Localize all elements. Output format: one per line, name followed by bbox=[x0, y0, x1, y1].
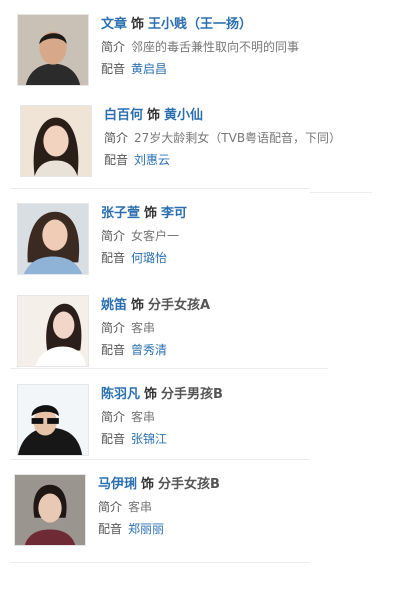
intro-text: 客串 bbox=[131, 410, 156, 424]
role-name: 分手女孩B bbox=[158, 477, 220, 492]
role-connector: 饰 bbox=[147, 108, 161, 123]
intro-label: 简介 bbox=[101, 229, 126, 243]
role-connector: 饰 bbox=[144, 387, 158, 402]
voice-label: 配音 bbox=[101, 432, 126, 446]
voice-actor-link[interactable]: 何璐怡 bbox=[131, 251, 167, 265]
intro-line: 简介 女客户一 bbox=[101, 225, 187, 247]
portrait-image bbox=[15, 475, 85, 545]
voice-line: 配音 张锦江 bbox=[101, 428, 223, 450]
cast-card: 马伊琍饰分手女孩B 简介 客串 配音 郑丽丽 bbox=[14, 474, 384, 548]
intro-label: 简介 bbox=[98, 500, 123, 514]
role-name: 分手男孩B bbox=[161, 387, 223, 402]
actor-name-link[interactable]: 白百何 bbox=[104, 108, 143, 123]
divider bbox=[10, 188, 310, 189]
cast-card: 白百何饰黄小仙 简介 27岁大龄剩女（TVB粤语配音，下同） 配音 刘惠云 bbox=[20, 105, 390, 179]
name-line: 白百何饰黄小仙 bbox=[104, 105, 341, 127]
role-name-link[interactable]: 黄小仙 bbox=[164, 108, 203, 123]
role-name-link[interactable]: 李可 bbox=[161, 206, 187, 221]
voice-line: 配音 郑丽丽 bbox=[98, 518, 220, 540]
portrait-image bbox=[18, 204, 88, 274]
divider bbox=[310, 192, 372, 193]
role-name: 分手女孩A bbox=[148, 298, 211, 313]
intro-text: 邻座的毒舌兼性取向不明的同事 bbox=[131, 40, 300, 54]
cast-card: 张子萱饰李可 简介 女客户一 配音 何璐怡 bbox=[17, 203, 387, 277]
intro-text: 27岁大龄剩女（TVB粤语配音，下同） bbox=[134, 131, 342, 145]
actor-name-link[interactable]: 张子萱 bbox=[101, 206, 140, 221]
voice-line: 配音 黄启昌 bbox=[101, 58, 299, 80]
role-connector: 饰 bbox=[144, 206, 158, 221]
voice-actor-link[interactable]: 曾秀清 bbox=[131, 343, 167, 357]
intro-text: 客串 bbox=[131, 321, 156, 335]
voice-actor-link[interactable]: 张锦江 bbox=[131, 432, 167, 446]
cast-card: 文章饰王小贱（王一扬） 简介 邻座的毒舌兼性取向不明的同事 配音 黄启昌 bbox=[17, 14, 387, 88]
voice-label: 配音 bbox=[101, 251, 126, 265]
voice-actor-link[interactable]: 刘惠云 bbox=[134, 153, 170, 167]
intro-line: 简介 客串 bbox=[101, 406, 223, 428]
name-line: 姚笛饰分手女孩A bbox=[101, 295, 210, 317]
actor-photo[interactable] bbox=[17, 14, 89, 86]
intro-label: 简介 bbox=[101, 321, 126, 335]
actor-name-link[interactable]: 姚笛 bbox=[101, 298, 127, 313]
voice-line: 配音 何璐怡 bbox=[101, 247, 187, 269]
role-connector: 饰 bbox=[131, 17, 145, 32]
role-connector: 饰 bbox=[131, 298, 145, 313]
intro-label: 简介 bbox=[101, 40, 126, 54]
name-line: 文章饰王小贱（王一扬） bbox=[101, 14, 299, 36]
actor-name-link[interactable]: 陈羽凡 bbox=[101, 387, 140, 402]
intro-line: 简介 客串 bbox=[98, 496, 220, 518]
divider bbox=[10, 459, 310, 460]
name-line: 马伊琍饰分手女孩B bbox=[98, 474, 220, 496]
voice-label: 配音 bbox=[101, 343, 126, 357]
intro-line: 简介 27岁大龄剩女（TVB粤语配音，下同） bbox=[104, 127, 341, 149]
name-line: 陈羽凡饰分手男孩B bbox=[101, 384, 223, 406]
voice-actor-link[interactable]: 郑丽丽 bbox=[128, 522, 164, 536]
voice-line: 配音 曾秀清 bbox=[101, 339, 210, 361]
intro-label: 简介 bbox=[101, 410, 126, 424]
portrait-image bbox=[18, 296, 88, 366]
divider bbox=[10, 368, 328, 369]
voice-actor-link[interactable]: 黄启昌 bbox=[131, 62, 167, 76]
name-line: 张子萱饰李可 bbox=[101, 203, 187, 225]
intro-text: 女客户一 bbox=[131, 229, 180, 243]
intro-line: 简介 邻座的毒舌兼性取向不明的同事 bbox=[101, 36, 299, 58]
intro-label: 简介 bbox=[104, 131, 129, 145]
cast-card: 姚笛饰分手女孩A 简介 客串 配音 曾秀清 bbox=[17, 295, 387, 369]
role-connector: 饰 bbox=[141, 477, 155, 492]
actor-photo[interactable] bbox=[17, 384, 89, 456]
portrait-image bbox=[21, 106, 91, 176]
actor-photo[interactable] bbox=[20, 105, 92, 177]
voice-line: 配音 刘惠云 bbox=[104, 149, 341, 171]
intro-text: 客串 bbox=[128, 500, 153, 514]
voice-label: 配音 bbox=[101, 62, 126, 76]
intro-line: 简介 客串 bbox=[101, 317, 210, 339]
actor-name-link[interactable]: 马伊琍 bbox=[98, 477, 137, 492]
actor-photo[interactable] bbox=[14, 474, 86, 546]
cast-card: 陈羽凡饰分手男孩B 简介 客串 配音 张锦江 bbox=[17, 384, 387, 458]
divider bbox=[10, 562, 310, 563]
actor-photo[interactable] bbox=[17, 203, 89, 275]
portrait-image bbox=[18, 385, 88, 455]
actor-photo[interactable] bbox=[17, 295, 89, 367]
role-name-link[interactable]: 王小贱（王一扬） bbox=[148, 17, 252, 32]
portrait-image bbox=[18, 15, 88, 85]
actor-name-link[interactable]: 文章 bbox=[101, 17, 127, 32]
voice-label: 配音 bbox=[98, 522, 123, 536]
voice-label: 配音 bbox=[104, 153, 129, 167]
